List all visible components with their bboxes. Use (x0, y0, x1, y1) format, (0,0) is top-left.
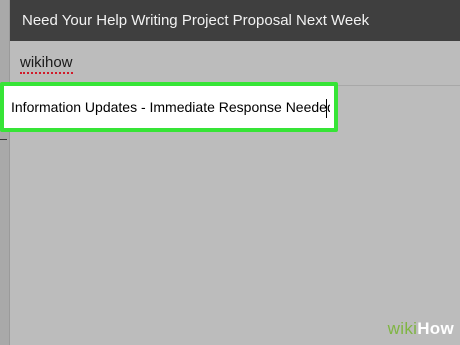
watermark-how-text: How (417, 319, 454, 338)
wikihow-watermark: wikiHow (388, 319, 454, 339)
recipient-field[interactable]: wikihow (20, 55, 73, 74)
background-link-fragment (0, 139, 7, 140)
text-cursor (326, 99, 327, 118)
subject-highlight-box (0, 82, 338, 132)
background-window-edge (0, 0, 10, 345)
recipient-row[interactable]: wikihow (10, 41, 460, 86)
compose-title-bar[interactable]: Need Your Help Writing Project Proposal … (10, 0, 460, 41)
message-body[interactable] (10, 138, 460, 345)
compose-window: Need Your Help Writing Project Proposal … (10, 0, 460, 345)
watermark-wiki-text: wiki (387, 319, 418, 338)
subject-input[interactable] (8, 90, 330, 124)
